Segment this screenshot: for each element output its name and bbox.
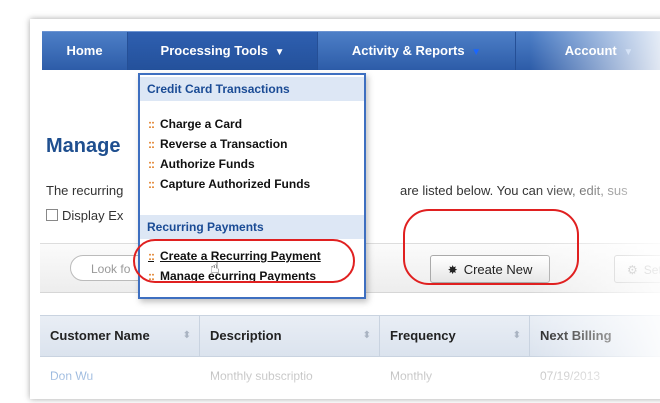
- chevron-down-icon: ▼: [623, 47, 634, 58]
- row-frequency: Monthly: [390, 369, 433, 383]
- row-next-billing: 07/19/2013: [540, 369, 601, 383]
- menu-section-recurring: Recurring Payments: [140, 215, 364, 239]
- column-customer-name[interactable]: Customer Name ⬍: [40, 316, 200, 356]
- chevron-down-icon: ▼: [274, 47, 285, 58]
- bullet-icon: ::: [148, 157, 155, 171]
- customer-link[interactable]: Don Wu: [50, 369, 93, 383]
- hand-cursor-icon: ☝: [210, 260, 220, 277]
- page-description-start: The recurring: [46, 183, 124, 198]
- column-frequency-label: Frequency: [390, 328, 456, 343]
- page-title: Manage: [46, 135, 121, 157]
- menu-item-label: Capture Authorized Funds: [160, 177, 311, 191]
- settings-gear-icon: ⚙: [627, 263, 638, 277]
- nav-activity-reports[interactable]: Activity & Reports ▼: [318, 32, 516, 70]
- nav-home[interactable]: Home: [42, 32, 128, 70]
- menu-item-authorize-funds[interactable]: :: Authorize Funds: [148, 157, 255, 171]
- column-frequency[interactable]: Frequency ⬍: [380, 316, 530, 356]
- settings-label: Settin: [643, 263, 660, 277]
- processing-tools-menu: Credit Card Transactions :: Charge a Card…: [138, 73, 366, 299]
- table-row[interactable]: Don Wu Monthly subscriptio Monthly 07/19…: [40, 355, 660, 395]
- menu-item-create-recurring[interactable]: :: Create a Recurring Payment: [148, 249, 321, 263]
- bullet-icon: ::: [148, 249, 155, 263]
- bullet-icon: ::: [148, 177, 155, 191]
- row-description: Monthly subscriptio: [210, 369, 313, 383]
- menu-section-credit-card: Credit Card Transactions: [140, 77, 364, 101]
- create-new-button[interactable]: ✸ Create New: [430, 255, 550, 283]
- menu-item-manage-recurring[interactable]: :: Manage ecurring Payments: [148, 269, 316, 283]
- main-nav: Home Processing Tools ▼ Activity & Repor…: [42, 31, 660, 70]
- nav-home-label: Home: [66, 43, 103, 58]
- column-next-billing[interactable]: Next Billing: [530, 316, 660, 356]
- create-new-label: Create New: [463, 262, 533, 277]
- gear-icon: ✸: [447, 263, 458, 277]
- settings-button[interactable]: ⚙ Settin: [614, 255, 660, 283]
- sort-icon: ⬍: [362, 330, 371, 341]
- column-description[interactable]: Description ⬍: [200, 316, 380, 356]
- bullet-icon: ::: [148, 117, 155, 131]
- menu-item-label: Authorize Funds: [160, 157, 255, 171]
- column-description-label: Description: [210, 328, 282, 343]
- page-description-end: are listed below. You can view, edit, su…: [400, 183, 628, 198]
- sort-icon: ⬍: [512, 330, 521, 341]
- column-next-billing-label: Next Billing: [540, 328, 612, 343]
- table-header: Customer Name ⬍ Description ⬍ Frequency …: [40, 315, 660, 357]
- menu-item-label: Charge a Card: [160, 117, 243, 131]
- display-expired-label: Display Ex: [62, 208, 124, 223]
- display-expired-checkbox-row[interactable]: Display Ex: [46, 208, 123, 223]
- column-customer-name-label: Customer Name: [50, 328, 150, 343]
- sort-icon: ⬍: [182, 330, 191, 341]
- nav-account-label: Account: [564, 43, 617, 58]
- menu-item-label: Manage ecurring Payments: [160, 269, 317, 283]
- menu-item-label: Create a Recurring Payment: [160, 249, 321, 263]
- menu-item-reverse-transaction[interactable]: :: Reverse a Transaction: [148, 137, 287, 151]
- nav-processing-tools-label: Processing Tools: [160, 43, 268, 58]
- chevron-down-icon: ▼: [471, 47, 482, 58]
- bullet-icon: ::: [148, 269, 155, 283]
- nav-processing-tools[interactable]: Processing Tools ▼: [128, 32, 318, 70]
- menu-item-capture-funds[interactable]: :: Capture Authorized Funds: [148, 177, 310, 191]
- display-expired-checkbox[interactable]: [46, 209, 58, 221]
- menu-item-charge-card[interactable]: :: Charge a Card: [148, 117, 242, 131]
- menu-item-label: Reverse a Transaction: [160, 137, 288, 151]
- bullet-icon: ::: [148, 137, 155, 151]
- nav-account[interactable]: Account ▼: [516, 32, 660, 70]
- search-placeholder: Look fo: [91, 262, 131, 276]
- nav-activity-reports-label: Activity & Reports: [351, 43, 465, 58]
